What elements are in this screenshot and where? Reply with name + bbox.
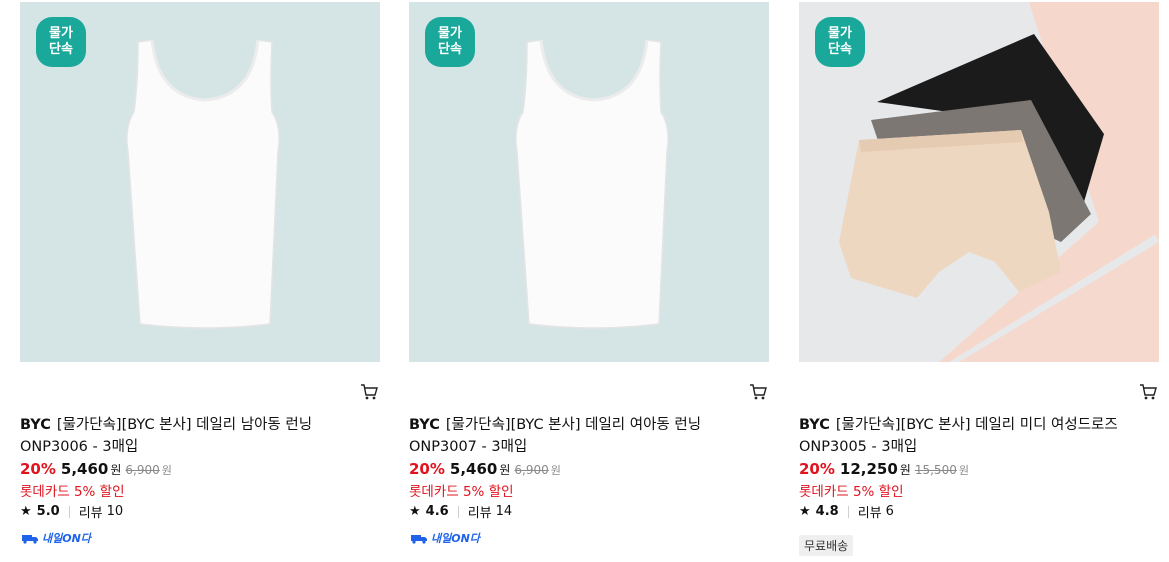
brand-name: BYC: [799, 417, 830, 433]
price-crackdown-badge: 물가 단속: [425, 17, 475, 67]
sale-price: 12,250: [839, 460, 898, 478]
price-crackdown-badge: 물가 단속: [36, 17, 86, 67]
divider: [457, 505, 459, 518]
product-name: [물가단속][BYC 본사] 데일리 남아동 런닝 ONP3006 - 3매입: [20, 417, 313, 455]
delivery-badge: 내일ON다: [409, 530, 480, 546]
sale-price: 5,460: [449, 460, 498, 478]
cart-icon[interactable]: [1139, 383, 1157, 401]
card-discount: 롯데카드 5% 할인: [20, 484, 125, 500]
divider: [847, 505, 849, 518]
delivery-truck-icon: [411, 535, 427, 544]
brand-name: BYC: [409, 417, 440, 433]
discount-rate: 20%: [799, 460, 835, 478]
card-discount: 롯데카드 5% 할인: [799, 484, 904, 500]
review-count: 10: [106, 504, 124, 519]
product-image[interactable]: 물가 단속: [20, 2, 380, 362]
star-icon: ★: [409, 504, 421, 519]
product-image[interactable]: 물가 단속: [409, 2, 769, 362]
price-crackdown-badge: 물가 단속: [815, 17, 865, 67]
cart-icon[interactable]: [749, 383, 767, 401]
product-name: [물가단속][BYC 본사] 데일리 미디 여성드로즈 ONP3005 - 3매…: [799, 417, 1118, 455]
free-shipping-tag: 무료배송: [799, 535, 854, 556]
discount-rate: 20%: [409, 460, 445, 478]
rating-row: ★ 4.6 리뷰 14: [409, 504, 513, 521]
product-title[interactable]: BYC [물가단속][BYC 본사] 데일리 미디 여성드로즈 ONP3005 -…: [799, 414, 1139, 458]
product-title[interactable]: BYC [물가단속][BYC 본사] 데일리 남아동 런닝 ONP3006 - 3…: [20, 414, 360, 458]
product-image[interactable]: 물가 단속: [799, 2, 1159, 362]
star-icon: ★: [799, 504, 811, 519]
rating-score: 4.8: [815, 504, 839, 519]
delivery-truck-icon: [22, 535, 38, 544]
review-count: 14: [495, 504, 513, 519]
price-row: 20% 5,460 원 6,900 원: [20, 460, 172, 478]
cart-icon[interactable]: [360, 383, 378, 401]
delivery-badge: 내일ON다: [20, 530, 91, 546]
product-name: [물가단속][BYC 본사] 데일리 여아동 런닝 ONP3007 - 3매입: [409, 417, 702, 455]
product-card[interactable]: 물가 단속 BYC [물가단속][BYC 본사] 데일리 미디 여성드로즈 ONP3…: [799, 2, 1159, 556]
original-price: 15,500: [914, 463, 957, 477]
rating-score: 5.0: [36, 504, 60, 519]
card-discount: 롯데카드 5% 할인: [409, 484, 514, 500]
rating-score: 4.6: [425, 504, 449, 519]
review-count: 6: [885, 504, 894, 519]
original-price: 6,900: [125, 463, 160, 477]
discount-rate: 20%: [20, 460, 56, 478]
product-card[interactable]: 물가 단속 BYC [물가단속][BYC 본사] 데일리 남아동 런닝 ONP300…: [20, 2, 380, 545]
sale-price: 5,460: [60, 460, 109, 478]
divider: [68, 505, 70, 518]
product-title[interactable]: BYC [물가단속][BYC 본사] 데일리 여아동 런닝 ONP3007 - 3…: [409, 414, 749, 458]
rating-row: ★ 4.8 리뷰 6: [799, 504, 894, 521]
price-row: 20% 5,460 원 6,900 원: [409, 460, 561, 478]
brand-name: BYC: [20, 417, 51, 433]
rating-row: ★ 5.0 리뷰 10: [20, 504, 124, 521]
star-icon: ★: [20, 504, 32, 519]
product-card[interactable]: 물가 단속 BYC [물가단속][BYC 본사] 데일리 여아동 런닝 ONP300…: [409, 2, 769, 545]
price-row: 20% 12,250 원 15,500 원: [799, 460, 969, 478]
original-price: 6,900: [514, 463, 549, 477]
